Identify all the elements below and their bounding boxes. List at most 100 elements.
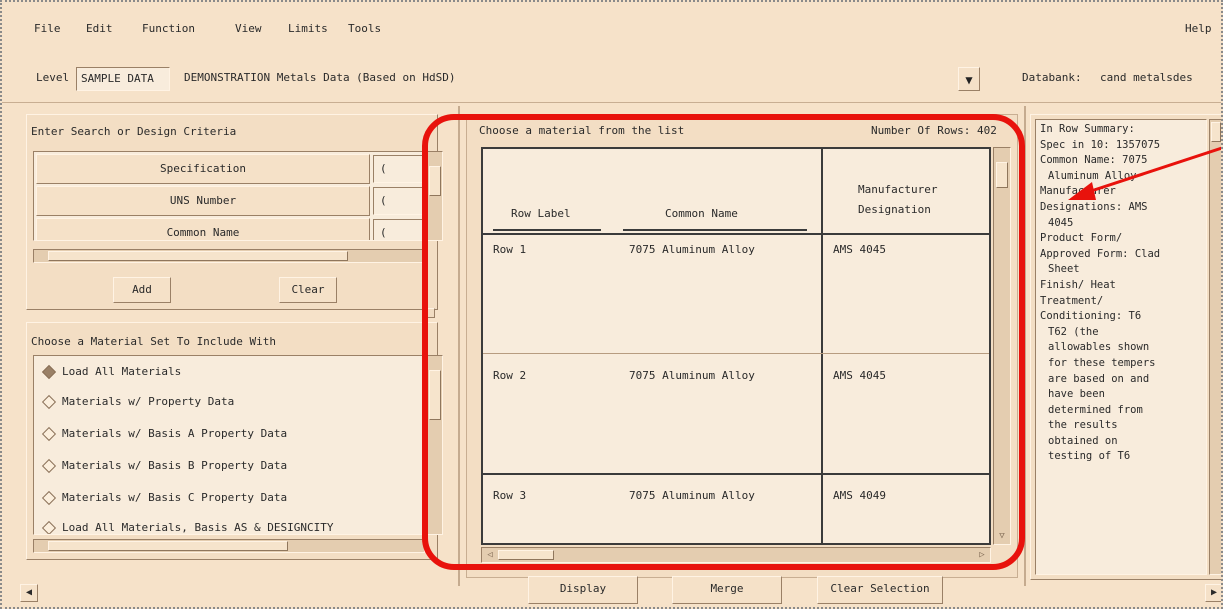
scrollbar-thumb[interactable] bbox=[429, 166, 441, 196]
scrollbar-thumb[interactable] bbox=[498, 550, 554, 560]
column-header-designation[interactable]: Designation bbox=[858, 203, 931, 216]
criteria-list: Specification ( UNS Number ( Common Name… bbox=[33, 151, 425, 241]
scroll-left-icon[interactable]: ◀ bbox=[20, 584, 38, 602]
option-basis-b[interactable]: Materials w/ Basis B Property Data bbox=[41, 452, 288, 480]
option-load-all[interactable]: Load All Materials bbox=[41, 358, 182, 386]
level-input-value: SAMPLE DATA bbox=[81, 72, 154, 85]
option-basis-c[interactable]: Materials w/ Basis C Property Data bbox=[41, 484, 288, 512]
table-row[interactable]: Row 2 7075 Aluminum Alloy AMS 4045 bbox=[483, 355, 989, 473]
option-label: Materials w/ Basis C Property Data bbox=[62, 491, 288, 504]
menu-help[interactable]: Help bbox=[1185, 22, 1212, 35]
menu-limits[interactable]: Limits bbox=[288, 22, 328, 35]
menu-function[interactable]: Function bbox=[142, 22, 195, 35]
column-header-common-name[interactable]: Common Name bbox=[665, 207, 738, 220]
right-splitter[interactable] bbox=[1024, 106, 1026, 586]
column-header-manufacturer[interactable]: Manufacturer bbox=[858, 183, 937, 196]
material-list-title: Choose a material from the list bbox=[479, 124, 685, 137]
display-button[interactable]: Display bbox=[528, 576, 638, 604]
scroll-right-icon[interactable]: ▶ bbox=[1205, 584, 1221, 602]
uns-number-field[interactable]: ( bbox=[373, 187, 424, 215]
level-description: DEMONSTRATION Metals Data (Based on HdSD… bbox=[184, 71, 456, 84]
summary-line: have been bbox=[1048, 388, 1105, 401]
uns-number-button[interactable]: UNS Number bbox=[36, 186, 370, 216]
radio-icon bbox=[41, 520, 57, 534]
level-dropdown-button[interactable]: ▼ bbox=[958, 67, 980, 91]
summary-line: In Row Summary: bbox=[1040, 123, 1135, 135]
summary-line: 4045 bbox=[1048, 216, 1074, 229]
option-property-data[interactable]: Materials w/ Property Data bbox=[41, 388, 234, 416]
scrollbar-thumb[interactable] bbox=[1211, 122, 1221, 142]
clear-button[interactable]: Clear bbox=[279, 277, 337, 303]
material-table: Row Label Common Name Manufacturer Desig… bbox=[481, 147, 991, 545]
column-header-row-label[interactable]: Row Label bbox=[511, 207, 571, 220]
table-vertical-scrollbar[interactable]: ▽ bbox=[993, 147, 1011, 545]
material-set-horizontal-scrollbar[interactable] bbox=[33, 539, 425, 553]
menu-tools[interactable]: Tools bbox=[348, 22, 381, 35]
menu-edit[interactable]: Edit bbox=[86, 22, 113, 35]
merge-button[interactable]: Merge bbox=[672, 576, 782, 604]
add-button[interactable]: Add bbox=[113, 277, 171, 303]
summary-line: Treatment/ bbox=[1040, 294, 1104, 307]
scroll-right-icon[interactable]: ▷ bbox=[976, 549, 988, 561]
clear-selection-button[interactable]: Clear Selection bbox=[817, 576, 943, 604]
scroll-left-icon[interactable]: ◁ bbox=[484, 549, 496, 561]
radio-icon bbox=[41, 426, 57, 442]
row-label: Row 1 bbox=[493, 243, 527, 256]
databank-value: cand metalsdes bbox=[1100, 71, 1193, 84]
summary-line: for these tempers bbox=[1048, 356, 1156, 369]
divider bbox=[2, 102, 1221, 103]
summary-line: T62 (the bbox=[1048, 325, 1099, 338]
summary-line: testing of T6 bbox=[1048, 450, 1131, 463]
material-set-title: Choose a Material Set To Include With bbox=[31, 335, 277, 348]
summary-line: Approved Form: Clad bbox=[1040, 247, 1161, 260]
scrollbar-thumb[interactable] bbox=[48, 541, 288, 551]
summary-line: determined from bbox=[1048, 403, 1143, 416]
row-designation: AMS 4045 bbox=[833, 369, 886, 382]
number-of-rows: Number Of Rows: 402 bbox=[871, 124, 997, 137]
material-set-vertical-scrollbar[interactable] bbox=[427, 355, 443, 535]
option-basis-a[interactable]: Materials w/ Basis A Property Data bbox=[41, 420, 287, 448]
level-label: Level bbox=[36, 71, 70, 84]
menu-file[interactable]: File bbox=[34, 22, 61, 35]
row-common-name: 7075 Aluminum Alloy bbox=[629, 243, 755, 256]
table-row[interactable]: Row 3 7075 Aluminum Alloy AMS 4049 bbox=[483, 475, 989, 543]
splitter-handle[interactable] bbox=[425, 308, 435, 318]
summary-line: the results bbox=[1048, 419, 1118, 432]
criteria-row-common-name: Common Name ( bbox=[36, 218, 424, 240]
row-designation: AMS 4045 bbox=[833, 243, 886, 256]
option-label: Load All Materials bbox=[62, 365, 182, 378]
material-set-options: Load All Materials Materials w/ Property… bbox=[33, 355, 425, 535]
menu-view[interactable]: View bbox=[235, 22, 262, 35]
level-input[interactable]: SAMPLE DATA bbox=[76, 67, 170, 91]
row-common-name: 7075 Aluminum Alloy bbox=[629, 369, 755, 382]
common-name-button[interactable]: Common Name bbox=[36, 218, 370, 240]
common-name-field[interactable]: ( bbox=[373, 219, 424, 240]
scrollbar-thumb[interactable] bbox=[996, 162, 1008, 188]
scrollbar-thumb[interactable] bbox=[429, 370, 441, 420]
triangle-down-icon: ▼ bbox=[965, 73, 973, 87]
left-splitter[interactable] bbox=[458, 106, 460, 586]
row-label: Row 2 bbox=[493, 369, 527, 382]
radio-icon bbox=[41, 458, 57, 474]
row-label: Row 3 bbox=[493, 489, 527, 502]
table-horizontal-scrollbar[interactable]: ◁ ▷ bbox=[481, 547, 991, 563]
radio-selected-icon bbox=[41, 364, 57, 380]
row-designation: AMS 4049 bbox=[833, 489, 886, 502]
summary-line: obtained on bbox=[1048, 434, 1118, 447]
summary-line: are based on and bbox=[1048, 372, 1150, 385]
databank-label: Databank: bbox=[1022, 71, 1082, 84]
option-load-all-basis[interactable]: Load All Materials, Basis AS & DESIGNCIT… bbox=[41, 514, 334, 534]
summary-line: Conditioning: T6 bbox=[1040, 310, 1142, 323]
option-label: Load All Materials, Basis AS & DESIGNCIT… bbox=[62, 521, 334, 534]
table-row[interactable]: Row 1 7075 Aluminum Alloy AMS 4045 bbox=[483, 235, 989, 351]
annotation-arrow-icon bbox=[1068, 146, 1221, 200]
specification-button[interactable]: Specification bbox=[36, 154, 370, 184]
specification-field[interactable]: ( bbox=[373, 155, 424, 183]
criteria-vertical-scrollbar[interactable] bbox=[427, 151, 443, 241]
scroll-down-icon[interactable]: ▽ bbox=[996, 530, 1008, 542]
material-list-panel: Choose a material from the list Number O… bbox=[466, 114, 1018, 578]
summary-line: allowables shown bbox=[1048, 341, 1150, 354]
criteria-horizontal-scrollbar[interactable] bbox=[33, 249, 425, 263]
option-label: Materials w/ Basis B Property Data bbox=[62, 459, 288, 472]
scrollbar-thumb[interactable] bbox=[48, 251, 348, 261]
